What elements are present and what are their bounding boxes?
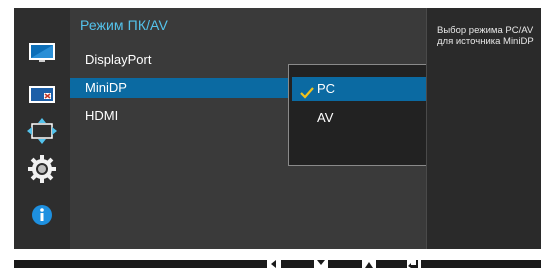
enter-icon [407, 260, 421, 268]
left-arrow-icon [267, 260, 281, 268]
settings-gear-icon[interactable] [26, 154, 58, 184]
menu-panel: Режим ПК/AV DisplayPort MiniDP HDMI PC A… [70, 8, 476, 249]
info-icon[interactable] [26, 200, 58, 230]
up-arrow-icon [362, 260, 376, 268]
help-text: Выбор режима PC/AV для источника MiniDP [437, 25, 534, 47]
check-icon [300, 83, 314, 99]
menu-item-minidp[interactable]: MiniDP [70, 78, 288, 98]
menu-item-hdmi[interactable]: HDMI [70, 106, 288, 126]
navigation-guide-bar [14, 260, 541, 268]
monitor-picture-icon[interactable] [26, 37, 58, 67]
down-arrow-icon [314, 260, 328, 268]
menu-item-displayport[interactable]: DisplayPort [70, 50, 288, 70]
monitor-color-icon[interactable] [26, 80, 58, 110]
resize-arrows-icon[interactable] [26, 116, 58, 146]
menu-title: Режим ПК/AV [80, 17, 168, 33]
osd-window: Режим ПК/AV DisplayPort MiniDP HDMI PC A… [14, 8, 541, 249]
help-panel: Выбор режима PC/AV для источника MiniDP [426, 8, 541, 249]
dropdown-option-label: AV [317, 110, 334, 125]
osd-sidebar [14, 8, 70, 249]
dropdown-option-label: PC [317, 81, 336, 96]
